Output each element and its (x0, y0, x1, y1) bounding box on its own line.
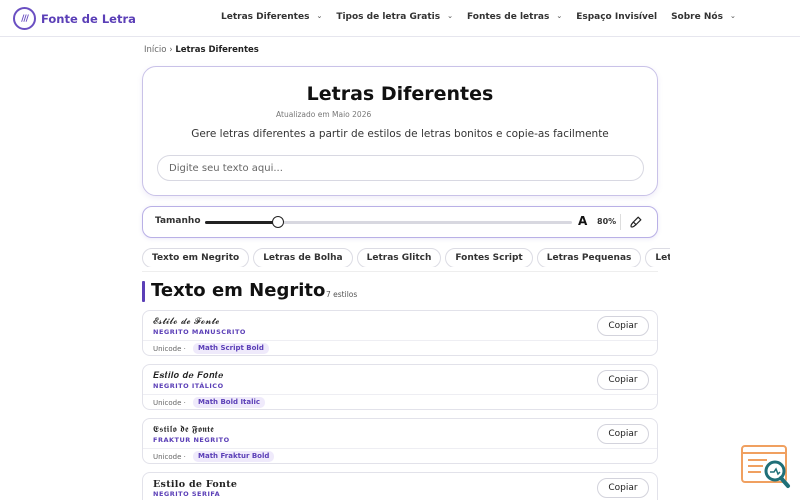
page-title: Letras Diferentes (306, 83, 494, 105)
divider (620, 214, 621, 230)
chevron-down-icon: ⌄ (316, 12, 323, 20)
size-slider[interactable] (205, 216, 572, 228)
style-meta: Unicode · (153, 345, 186, 353)
chip-letras-cursivas[interactable]: Letras Ci (645, 248, 670, 267)
style-meta: Unicode · (153, 453, 186, 461)
slashes-logo-icon: /// (13, 7, 36, 30)
nav-item-tipos-de-letra[interactable]: Tipos de letra Gratis ⌄ (336, 12, 453, 22)
size-slider-fill (205, 221, 279, 224)
style-sample[interactable]: 𝕰𝖘𝖙𝖎𝖑𝖔 𝖉𝖊 𝕱𝖔𝖓𝖙𝖊 (153, 425, 214, 435)
breadcrumb: Início › Letras Diferentes (144, 45, 259, 55)
main-nav: Letras Diferentes ⌄ Tipos de letra Grati… (221, 12, 750, 22)
section-divider (142, 271, 658, 272)
brush-icon[interactable] (629, 215, 643, 229)
size-percentage: 80% (597, 217, 617, 226)
style-card: 𝓔𝓼𝓽𝓲𝓵𝓸 𝓭𝓮 𝓕𝓸𝓷𝓽𝓮 NEGRITO MANUSCRITO Copia… (142, 310, 658, 356)
card-separator (143, 394, 657, 395)
nav-item-label: Fontes de letras (467, 12, 550, 22)
site-header: /// Fonte de Letra Letras Diferentes ⌄ T… (0, 0, 800, 37)
section-title: Texto em Negrito (151, 280, 326, 301)
search-document-icon[interactable] (741, 445, 791, 489)
style-tag: Math Fraktur Bold (193, 451, 275, 462)
breadcrumb-home[interactable]: Início (144, 45, 167, 55)
chip-texto-em-negrito[interactable]: Texto em Negrito (142, 248, 250, 267)
style-sample[interactable]: 𝑬𝒔𝒕𝒊𝒍𝒐 𝒅𝒆 𝑭𝒐𝒏𝒕𝒆 (153, 371, 224, 381)
style-name: NEGRITO MANUSCRITO (153, 328, 246, 336)
style-sample[interactable]: Estilo de Fonte (153, 479, 237, 490)
font-size-letter: A (578, 214, 588, 228)
card-separator (143, 448, 657, 449)
text-input[interactable] (157, 155, 644, 181)
chip-fontes-script[interactable]: Fontes Script (445, 248, 533, 267)
size-label: Tamanho (155, 216, 201, 226)
style-sample[interactable]: 𝓔𝓼𝓽𝓲𝓵𝓸 𝓭𝓮 𝓕𝓸𝓷𝓽𝓮 (153, 317, 220, 327)
category-chips: Texto em Negrito Letras de Bolha Letras Gl… (142, 245, 670, 267)
size-control-bar: Tamanho A 80% (142, 206, 658, 238)
style-meta: Unicode · (153, 399, 186, 407)
nav-item-label: Espaço Invisível (576, 12, 658, 22)
hero-card: Letras Diferentes Atualizado em Maio 202… (142, 66, 658, 196)
page-subtitle: Gere letras diferentes a partir de estil… (191, 128, 609, 140)
style-card: 𝕰𝖘𝖙𝖎𝖑𝖔 𝖉𝖊 𝕱𝖔𝖓𝖙𝖊 FRAKTUR NEGRITO Copiar U… (142, 418, 658, 464)
nav-item-espaco-invisivel[interactable]: Espaço Invisível (576, 12, 657, 22)
section-accent-bar (142, 281, 145, 302)
nav-item-label: Sobre Nós (671, 12, 723, 22)
chip-letras-glitch[interactable]: Letras Glitch (356, 248, 442, 267)
breadcrumb-separator: › (169, 45, 173, 55)
style-name: NEGRITO SERIFA (153, 490, 221, 498)
copy-button[interactable]: Copiar (597, 478, 649, 498)
copy-button[interactable]: Copiar (597, 424, 649, 444)
chevron-down-icon: ⌄ (556, 12, 563, 20)
style-card: Estilo de Fonte NEGRITO SERIFA Copiar (142, 472, 658, 500)
style-tag: Math Script Bold (193, 343, 269, 354)
copy-button[interactable]: Copiar (597, 370, 649, 390)
chevron-down-icon: ⌄ (729, 12, 736, 20)
nav-item-label: Letras Diferentes (221, 12, 310, 22)
brand-name: Fonte de Letra (41, 11, 136, 26)
size-slider-thumb[interactable] (272, 216, 285, 228)
nav-item-sobre-nos[interactable]: Sobre Nós ⌄ (671, 12, 736, 22)
style-name: FRAKTUR NEGRITO (153, 436, 230, 444)
style-card: 𝑬𝒔𝒕𝒊𝒍𝒐 𝒅𝒆 𝑭𝒐𝒏𝒕𝒆 NEGRITO ITÁLICO Copiar U… (142, 364, 658, 410)
nav-item-fontes-de-letras[interactable]: Fontes de letras ⌄ (467, 12, 562, 22)
site-logo[interactable]: /// Fonte de Letra (13, 7, 136, 30)
style-tag: Math Bold Italic (193, 397, 266, 408)
section-style-count: 7 estilos (326, 290, 358, 299)
updated-date: Atualizado em Maio 2026 (276, 110, 372, 119)
chip-letras-pequenas[interactable]: Letras Pequenas (536, 248, 642, 267)
chevron-down-icon: ⌄ (447, 12, 453, 20)
nav-item-letras-diferentes[interactable]: Letras Diferentes ⌄ (221, 12, 322, 22)
card-separator (143, 340, 657, 341)
chip-letras-de-bolha[interactable]: Letras de Bolha (253, 248, 353, 267)
style-name: NEGRITO ITÁLICO (153, 382, 224, 390)
breadcrumb-current: Letras Diferentes (175, 45, 259, 55)
copy-button[interactable]: Copiar (597, 316, 649, 336)
nav-item-label: Tipos de letra Gratis (336, 12, 441, 22)
